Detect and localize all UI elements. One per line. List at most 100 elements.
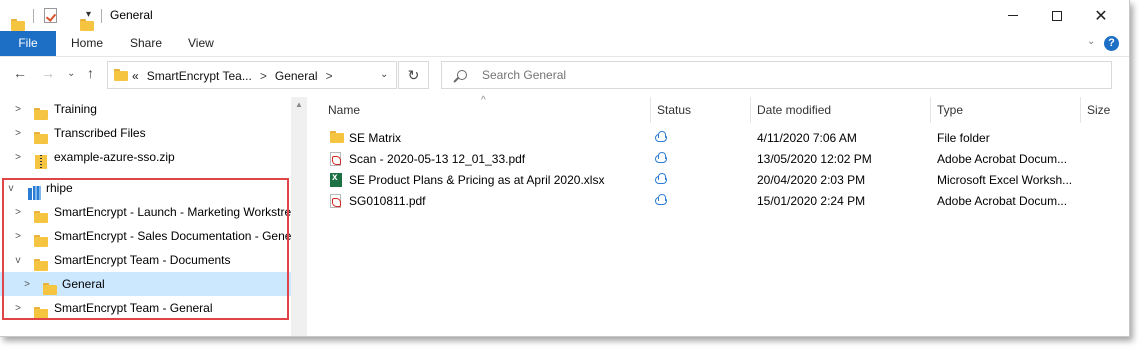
tree-item-launch-marketing[interactable]: > SmartEncrypt - Launch - Marketing Work… (0, 200, 291, 224)
customize-toolbar-icon[interactable]: ▾ (86, 9, 91, 20)
minimize-button[interactable] (990, 0, 1036, 31)
sharepoint-icon (28, 186, 41, 200)
divider (33, 9, 34, 23)
column-header-size[interactable]: Size (1081, 97, 1110, 123)
help-icon[interactable]: ? (1104, 36, 1119, 51)
chevron-right-icon[interactable]: > (326, 69, 333, 83)
tree-item-example-azure-sso-zip[interactable]: > example-azure-sso.zip (0, 145, 291, 169)
column-header-type[interactable]: Type (931, 97, 963, 123)
chevron-down-icon[interactable]: v (6, 183, 16, 194)
file-name: Scan - 2020-05-13 12_01_33.pdf (349, 152, 526, 166)
pdf-icon (330, 152, 341, 166)
ribbon: File Home Share View ⌄ ? (0, 31, 1129, 57)
excel-icon (330, 172, 342, 187)
folder-icon (114, 69, 128, 81)
chevron-right-icon[interactable]: > (13, 303, 23, 314)
forward-button[interactable]: → (41, 65, 55, 81)
file-type: File folder (937, 131, 990, 145)
chevron-right-icon[interactable]: > (13, 152, 23, 163)
search-icon (457, 70, 467, 80)
breadcrumb-overflow[interactable]: « (132, 69, 139, 83)
close-button[interactable]: ✕ (1078, 0, 1124, 31)
tab-view[interactable]: View (188, 31, 214, 56)
search-input[interactable] (482, 68, 1082, 82)
cloud-icon (655, 152, 667, 163)
file-row-se-matrix[interactable]: SE Matrix 4/11/2020 7:06 AM File folder (307, 128, 1129, 149)
tree-item-training[interactable]: > Training (0, 97, 291, 121)
tree-item-label: SmartEncrypt Team - General (54, 301, 213, 315)
file-explorer-window: ▾ General ✕ File Home Share View ⌄ ? ← →… (0, 0, 1130, 337)
file-name: SE Product Plans & Pricing as at April 2… (349, 173, 605, 187)
chevron-right-icon[interactable]: > (13, 207, 23, 218)
folder-icon (34, 307, 48, 319)
navigation-bar: ← → ⌄ ↑ « SmartEncrypt Tea... > General … (0, 57, 1129, 97)
chevron-right-icon[interactable]: > (260, 69, 267, 83)
tree-item-label: Transcribed Files (54, 126, 146, 140)
file-name: SG010811.pdf (349, 194, 426, 208)
file-row-scan-pdf[interactable]: Scan - 2020-05-13 12_01_33.pdf 13/05/202… (307, 149, 1129, 170)
properties-icon[interactable] (44, 8, 57, 23)
tree-item-transcribed-files[interactable]: > Transcribed Files (0, 121, 291, 145)
zip-icon (35, 155, 47, 169)
file-type: Microsoft Excel Worksh... (937, 173, 1073, 187)
folder-icon (11, 18, 25, 31)
column-header-date-modified[interactable]: Date modified (751, 97, 831, 123)
file-row-sg010811-pdf[interactable]: SG010811.pdf 15/01/2020 2:24 PM Adobe Ac… (307, 191, 1129, 212)
tree-item-team-documents[interactable]: v SmartEncrypt Team - Documents (0, 248, 291, 272)
chevron-right-icon[interactable]: > (22, 279, 32, 290)
tree-item-rhipe[interactable]: v rhipe (0, 176, 291, 200)
folder-icon (34, 259, 48, 271)
cloud-icon (655, 194, 667, 205)
tab-file[interactable]: File (0, 31, 56, 56)
chevron-down-icon[interactable]: ⌄ (380, 69, 388, 80)
search-box[interactable] (441, 61, 1112, 89)
refresh-button[interactable]: ↻ (398, 61, 429, 89)
new-folder-icon[interactable] (80, 18, 94, 31)
folder-icon (43, 283, 57, 295)
file-row-product-plans-xlsx[interactable]: SE Product Plans & Pricing as at April 2… (307, 170, 1129, 191)
column-header-status[interactable]: Status (651, 97, 691, 123)
tree-item-label: General (62, 277, 105, 291)
tab-home[interactable]: Home (71, 31, 103, 56)
tree-item-label: SmartEncrypt - Launch - Marketing Workst… (54, 205, 291, 219)
maximize-button[interactable] (1034, 0, 1080, 31)
maximize-icon (1052, 10, 1062, 21)
nav-scrollbar[interactable]: ▲ (291, 97, 307, 336)
breadcrumb-item[interactable]: General (275, 69, 318, 83)
chevron-down-icon[interactable]: v (13, 255, 23, 266)
up-button[interactable]: ↑ (87, 65, 94, 81)
close-icon: ✕ (1094, 7, 1108, 25)
tree-item-general[interactable]: > General (0, 272, 291, 296)
refresh-icon: ↻ (407, 66, 420, 83)
cloud-icon (655, 131, 667, 142)
folder-icon (330, 131, 344, 143)
folder-icon (34, 108, 48, 120)
tree-item-sales-documentation[interactable]: > SmartEncrypt - Sales Documentation - G… (0, 224, 291, 248)
expand-ribbon-icon[interactable]: ⌄ (1087, 36, 1095, 47)
tree-item-label: SmartEncrypt Team - Documents (54, 253, 231, 267)
tree-item-team-general[interactable]: > SmartEncrypt Team - General (0, 296, 291, 320)
breadcrumb-item[interactable]: SmartEncrypt Tea... (147, 69, 252, 83)
column-header-name[interactable]: Name (322, 97, 360, 123)
back-button[interactable]: ← (13, 65, 27, 81)
file-date: 13/05/2020 12:02 PM (757, 152, 872, 166)
recent-locations-icon[interactable]: ⌄ (67, 68, 75, 79)
navigation-pane: > Training > Transcribed Files > example… (0, 97, 307, 336)
file-date: 4/11/2020 7:06 AM (757, 131, 857, 145)
sort-ascending-icon: ^ (481, 95, 486, 106)
file-type: Adobe Acrobat Docum... (937, 152, 1068, 166)
folder-icon (34, 211, 48, 223)
folder-icon (34, 235, 48, 247)
tree-item-label: Training (54, 102, 97, 116)
file-date: 20/04/2020 2:03 PM (757, 173, 866, 187)
tab-share[interactable]: Share (130, 31, 162, 56)
chevron-right-icon[interactable]: > (13, 128, 23, 139)
breadcrumb: « SmartEncrypt Tea... > General > (132, 69, 333, 83)
window-title: General (110, 8, 153, 22)
cloud-icon (655, 173, 667, 184)
scroll-up-icon[interactable]: ▲ (295, 100, 303, 109)
chevron-right-icon[interactable]: > (13, 104, 23, 115)
tree-item-label: SmartEncrypt - Sales Documentation - Gen… (54, 229, 291, 243)
address-bar[interactable]: « SmartEncrypt Tea... > General > ⌄ (107, 61, 397, 89)
chevron-right-icon[interactable]: > (13, 231, 23, 242)
